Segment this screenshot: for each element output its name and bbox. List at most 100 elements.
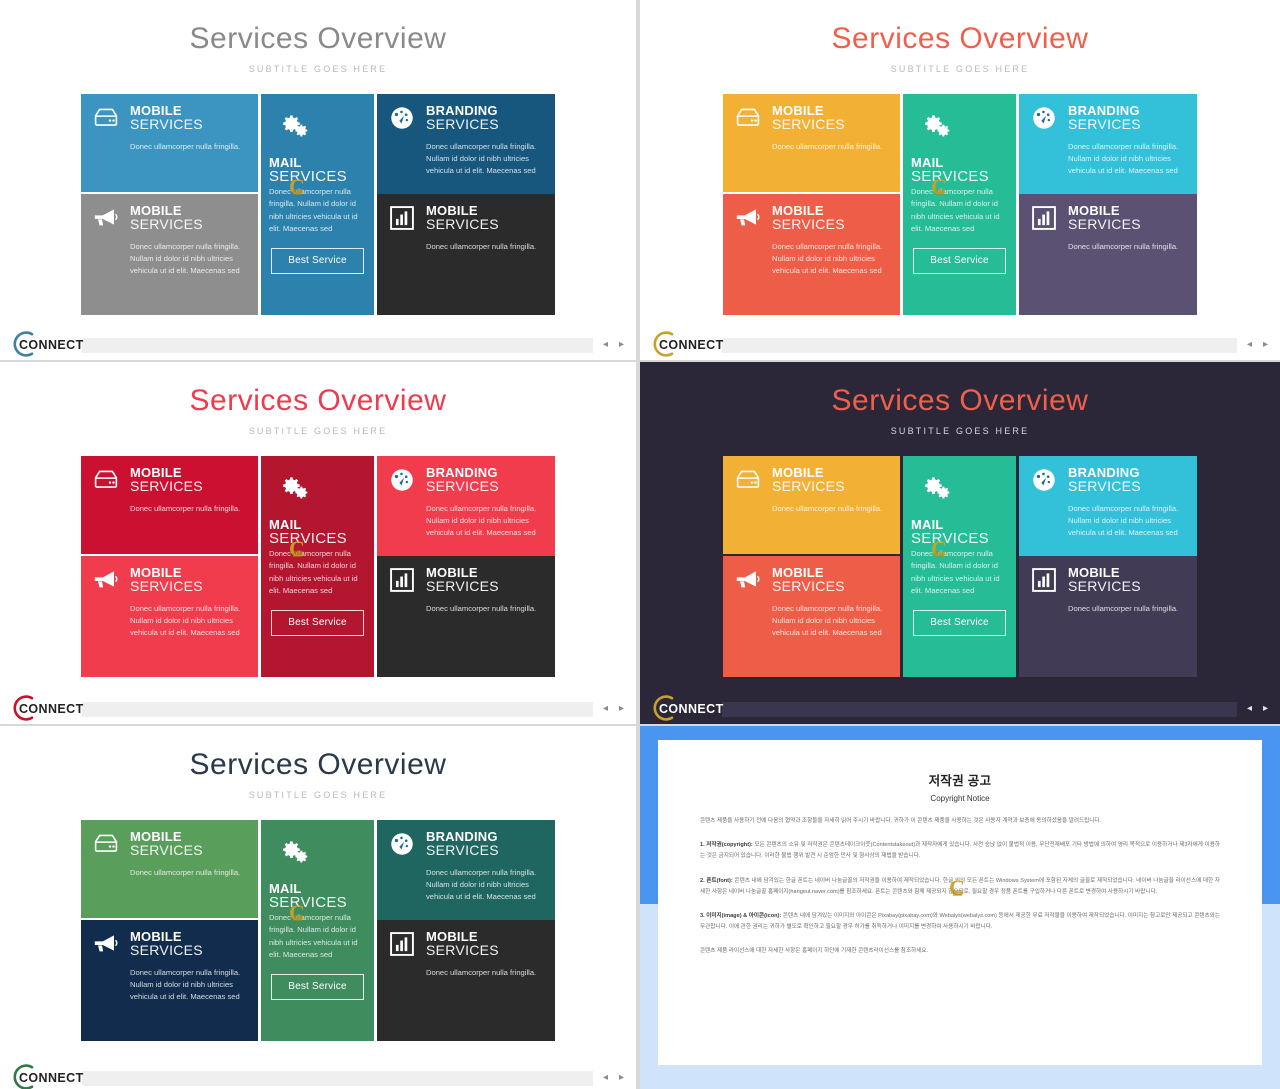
best-service-button[interactable]: Best Service [271,248,364,275]
card-mail[interactable]: MAIL SERVICES Donec ullamcorper nulla frin… [903,93,1016,315]
card-b[interactable]: MOBILE SERVICES Donec ullamcorper nulla fr… [723,193,900,315]
card-mail[interactable]: MAIL SERVICES Donec ullamcorper nulla frin… [261,455,374,677]
card-d[interactable]: MOBILE SERVICES Donec ullamcorper nulla fr… [377,193,555,315]
thumbnail-panel[interactable]: Services Overview SUBTITLE GOES HERE MOBIL… [0,362,636,724]
best-service-button[interactable]: Best Service [271,610,364,637]
card-b[interactable]: MOBILE SERVICES Donec ullamcorper nulla fr… [723,555,900,677]
card-a-title-line1: MOBILE [130,828,182,844]
card-d[interactable]: MOBILE SERVICES Donec ullamcorper nulla fr… [377,555,555,677]
thumbnail-panel[interactable]: Services Overview SUBTITLE GOES HERE MOBIL… [640,0,1280,360]
next-arrow-icon[interactable]: ▸ [619,340,624,350]
slide-red[interactable]: Services Overview SUBTITLE GOES HERE MOBIL… [0,362,636,724]
card-d[interactable]: MOBILE SERVICES Donec ullamcorper nulla fr… [1019,555,1197,677]
best-service-button[interactable]: Best Service [913,610,1006,637]
card-b-title-line2: SERVICES [130,215,203,232]
card-d[interactable]: MOBILE SERVICES Donec ullamcorper nulla fr… [377,919,555,1041]
next-arrow-icon[interactable]: ▸ [619,704,624,714]
pager-arrows: ◂ ▸ [603,704,628,714]
prev-arrow-icon[interactable]: ◂ [603,1073,608,1083]
card-b-title-line1: MOBILE [772,202,824,218]
prev-arrow-icon[interactable]: ◂ [1247,340,1252,350]
thumbnail-panel-copyright[interactable]: 저작권 공고 Copyright Notice 콘텐츠 제품을 사용하기 전에 다음… [640,726,1280,1089]
next-arrow-icon[interactable]: ▸ [619,1073,624,1083]
card-c[interactable]: BRANDING SERVICES Donec ullamcorper nulla … [1019,93,1197,194]
slide-green[interactable]: Services Overview SUBTITLE GOES HERE MOBIL… [0,726,636,1089]
bar-chart-icon [387,930,417,958]
card-c-title-line2: SERVICES [426,477,499,494]
slide-multicolor-light[interactable]: Services Overview SUBTITLE GOES HERE MOBIL… [640,0,1280,360]
connect-logo: CONNECT [648,695,723,721]
copyright-document: 저작권 공고 Copyright Notice 콘텐츠 제품을 사용하기 전에 다음… [658,740,1262,1065]
scrollbar-track[interactable] [722,337,1237,353]
card-a[interactable]: MOBILE SERVICES Donec ullamcorper nulla fr… [81,819,258,918]
prev-arrow-icon[interactable]: ◂ [603,340,608,350]
slide-blue[interactable]: Services Overview SUBTITLE GOES HERE MOBIL… [0,0,636,360]
card-mail-title-line2: SERVICES [911,529,989,547]
card-a[interactable]: MOBILE SERVICES Donec ullamcorper nulla fr… [723,93,900,192]
card-a-header: MOBILE SERVICES [733,103,890,132]
card-a-title-line2: SERVICES [130,477,203,494]
card-d-header: MOBILE SERVICES [1029,202,1187,232]
card-b[interactable]: MOBILE SERVICES Donec ullamcorper nulla fr… [81,193,258,315]
scrollbar-track[interactable] [82,1070,593,1086]
bar-chart-icon [387,566,417,594]
card-b-title-line2: SERVICES [130,577,203,594]
card-a-heading: MOBILE SERVICES [130,465,203,494]
card-b-title-line1: MOBILE [772,564,824,580]
connect-logo-text: CONNECT [19,702,84,716]
card-a[interactable]: MOBILE SERVICES Donec ullamcorper nulla fr… [81,455,258,554]
bar-chart-icon [1029,204,1059,232]
scrollbar-track[interactable] [82,701,593,717]
card-c-title-line1: BRANDING [1068,464,1140,480]
card-mail[interactable]: MAIL SERVICES Donec ullamcorper nulla frin… [261,819,374,1041]
card-d[interactable]: MOBILE SERVICES Donec ullamcorper nulla fr… [1019,193,1197,315]
card-c[interactable]: BRANDING SERVICES Donec ullamcorper nulla … [377,455,555,556]
next-arrow-icon[interactable]: ▸ [1263,340,1268,350]
card-d-title-line1: MOBILE [1068,202,1120,218]
card-c-header: BRANDING SERVICES [387,829,545,858]
card-a-header: MOBILE SERVICES [91,828,248,858]
card-c[interactable]: BRANDING SERVICES Donec ullamcorper nulla … [377,819,555,920]
prev-arrow-icon[interactable]: ◂ [1247,704,1252,714]
card-a[interactable]: MOBILE SERVICES Donec ullamcorper nulla fr… [723,455,900,554]
svg-text:C: C [949,875,965,900]
card-c-body: Donec ullamcorper nulla fringilla. Nulla… [426,503,537,538]
scrollbar-track[interactable] [722,701,1237,717]
card-c[interactable]: BRANDING SERVICES Donec ullamcorper nulla … [1019,455,1197,556]
card-d-body: Donec ullamcorper nulla fringilla. [426,967,537,977]
card-a-body: Donec ullamcorper nulla fringilla. [130,141,241,151]
card-d-title-line2: SERVICES [426,215,499,232]
card-d-title-line1: MOBILE [426,928,478,944]
card-mail-title-line2: SERVICES [269,167,347,185]
card-c-body: Donec ullamcorper nulla fringilla. Nulla… [1068,503,1179,538]
card-mail-title-line1: MAIL [269,154,302,170]
next-arrow-icon[interactable]: ▸ [1263,704,1268,714]
thumbnail-panel[interactable]: Services Overview SUBTITLE GOES HERE MOBIL… [0,0,636,360]
page-subtitle: SUBTITLE GOES HERE [248,425,388,436]
scrollbar-track[interactable] [82,337,593,353]
gears-icon [921,112,951,140]
card-d-header: MOBILE SERVICES [1029,565,1187,594]
card-mail[interactable]: MAIL SERVICES Donec ullamcorper nulla frin… [903,455,1016,677]
card-b-header: MOBILE SERVICES [91,565,248,594]
card-c[interactable]: BRANDING SERVICES Donec ullamcorper nulla … [377,93,555,194]
card-b[interactable]: MOBILE SERVICES Donec ullamcorper nulla fr… [81,555,258,677]
best-service-button[interactable]: Best Service [913,248,1006,275]
card-b-body: Donec ullamcorper nulla fringilla. Nulla… [130,241,241,276]
card-mail[interactable]: MAIL SERVICES Donec ullamcorper nulla frin… [261,93,374,315]
card-d-heading: MOBILE SERVICES [426,565,499,593]
prev-arrow-icon[interactable]: ◂ [603,704,608,714]
card-a[interactable]: MOBILE SERVICES Donec ullamcorper nulla fr… [81,93,258,192]
card-c-header: BRANDING SERVICES [387,103,545,132]
slide-multicolor-dark[interactable]: Services Overview SUBTITLE GOES HERE MOBIL… [640,362,1280,724]
card-a-title-line2: SERVICES [772,477,845,494]
thumbnail-panel[interactable]: Services Overview SUBTITLE GOES HERE MOBIL… [0,726,636,1089]
thumbnail-panel[interactable]: Services Overview SUBTITLE GOES HERE MOBIL… [640,362,1280,724]
card-d-title-line2: SERVICES [1068,577,1141,594]
card-b-body: Donec ullamcorper nulla fringilla. Nulla… [772,603,883,638]
card-b[interactable]: MOBILE SERVICES Donec ullamcorper nulla fr… [81,919,258,1041]
megaphone-icon [733,204,763,232]
page-title: Services Overview [189,748,447,781]
server-icon [91,104,121,132]
best-service-button[interactable]: Best Service [271,974,364,1001]
